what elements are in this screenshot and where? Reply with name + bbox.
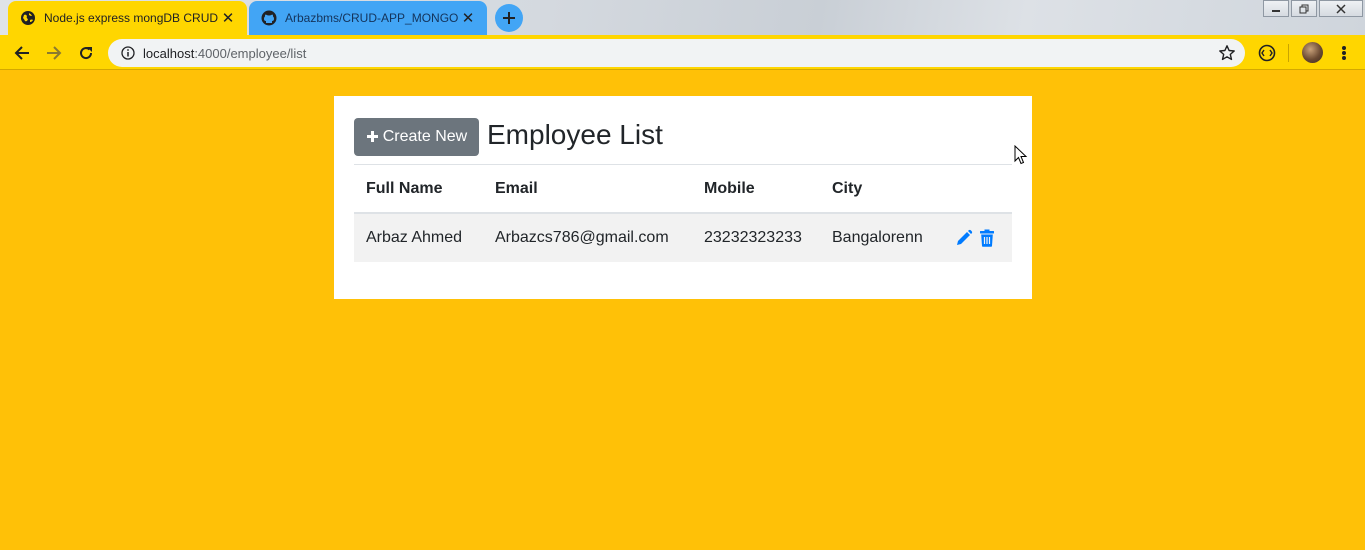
- browser-toolbar: localhost:4000/employee/list: [0, 35, 1365, 70]
- column-header-full-name: Full Name: [354, 165, 483, 214]
- mouse-cursor-icon: [1014, 145, 1028, 165]
- cell-mobile: 23232323233: [692, 213, 820, 262]
- kebab-menu-icon[interactable]: [1336, 44, 1352, 62]
- tab-inactive[interactable]: Arbazbms/CRUD-APP_MONGODB ✕: [249, 1, 487, 35]
- table-row: Arbaz Ahmed Arbazcs786@gmail.com 2323232…: [354, 213, 1012, 262]
- page-title: Employee List: [487, 119, 663, 150]
- tab-title: Node.js express mongDB CRUD: [44, 11, 219, 25]
- employee-list-card: Create New Employee List Full Name Email…: [334, 96, 1032, 299]
- cell-actions: [942, 213, 1012, 262]
- reload-button[interactable]: [74, 41, 98, 65]
- url-host: localhost: [143, 45, 195, 61]
- url-path: :4000/employee/list: [194, 45, 307, 61]
- plus-icon: [503, 12, 515, 24]
- column-header-mobile: Mobile: [692, 165, 820, 214]
- plus-icon: [366, 127, 379, 147]
- table-header-row: Full Name Email Mobile City: [354, 165, 1012, 214]
- tab-close-icon[interactable]: ✕: [459, 9, 477, 27]
- new-tab-button[interactable]: [495, 4, 523, 32]
- column-header-email: Email: [483, 165, 692, 214]
- forward-button[interactable]: [42, 41, 66, 65]
- info-icon[interactable]: [120, 45, 136, 61]
- minimize-button[interactable]: [1263, 0, 1289, 17]
- browser-titlebar: Node.js express mongDB CRUD ✕ Arbazbms/C…: [0, 0, 1365, 35]
- delete-icon[interactable]: [977, 229, 996, 248]
- bookmark-star-icon[interactable]: [1218, 44, 1236, 62]
- avatar[interactable]: [1302, 42, 1323, 63]
- close-window-button[interactable]: [1319, 0, 1363, 17]
- edit-icon[interactable]: [954, 229, 973, 248]
- globe-icon: [20, 10, 36, 26]
- create-new-label: Create New: [382, 128, 468, 145]
- extension-icon[interactable]: [1257, 43, 1277, 63]
- toolbar-separator: [1288, 44, 1289, 62]
- tab-title: Arbazbms/CRUD-APP_MONGODB: [285, 11, 459, 25]
- create-new-button[interactable]: Create New: [354, 118, 479, 156]
- github-icon: [261, 10, 277, 26]
- back-button[interactable]: [10, 41, 34, 65]
- url-text: localhost:4000/employee/list: [143, 46, 306, 61]
- tab-close-icon[interactable]: ✕: [219, 9, 237, 27]
- restore-button[interactable]: [1291, 0, 1317, 17]
- tab-active[interactable]: Node.js express mongDB CRUD ✕: [8, 1, 247, 35]
- reload-icon: [80, 47, 93, 60]
- cell-full-name: Arbaz Ahmed: [354, 213, 483, 262]
- cell-city: Bangalorenn: [820, 213, 942, 262]
- window-controls: [1261, 0, 1363, 18]
- cell-email: Arbazcs786@gmail.com: [483, 213, 692, 262]
- column-header-city: City: [820, 165, 942, 214]
- column-header-actions: [942, 165, 1012, 214]
- arrow-left-icon: [14, 46, 29, 60]
- employee-table: Full Name Email Mobile City Arbaz Ahmed …: [354, 165, 1012, 262]
- address-bar[interactable]: localhost:4000/employee/list: [108, 39, 1245, 67]
- arrow-right-icon: [47, 46, 62, 60]
